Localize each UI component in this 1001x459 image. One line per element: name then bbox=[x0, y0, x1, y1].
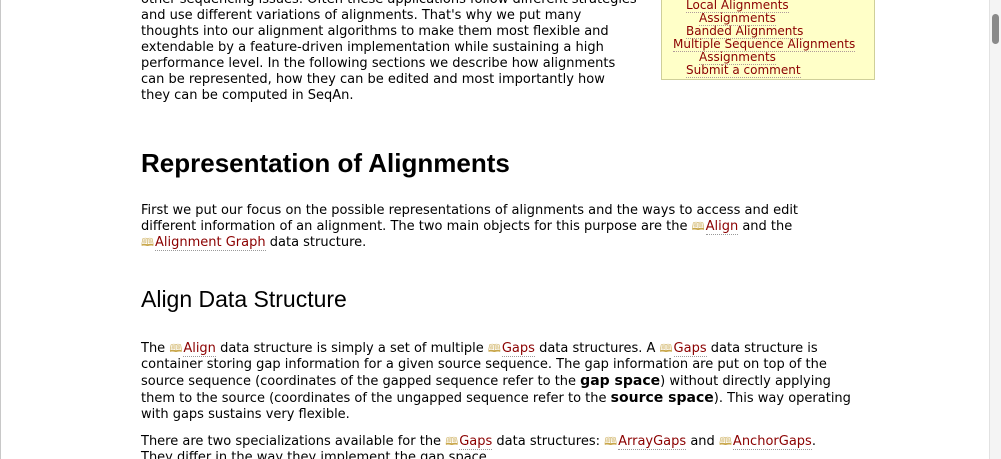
intro-line: thoughts into our alignment algorithms t… bbox=[141, 24, 609, 39]
book-icon: 🕮 bbox=[141, 236, 154, 249]
section-heading-representation: Representation of Alignments bbox=[141, 148, 510, 178]
intro-paragraph: other sequencing issues. Often these app… bbox=[141, 0, 651, 104]
text-span: and the bbox=[742, 219, 793, 234]
text-span: ) without directly applying bbox=[660, 374, 831, 389]
text-line: container storing gap information for a … bbox=[141, 357, 827, 372]
gap-space-term: gap space bbox=[580, 373, 661, 389]
document-page: other sequencing issues. Often these app… bbox=[0, 0, 1001, 459]
text-line: First we put our focus on the possible r… bbox=[141, 203, 799, 218]
text-line: 🕮Alignment Graph data structure. bbox=[141, 235, 863, 251]
book-icon: 🕮 bbox=[691, 220, 705, 233]
text-line: source sequence (coordinates of the gapp… bbox=[141, 373, 863, 390]
text-line: them to the source (coordinates of the u… bbox=[141, 390, 863, 407]
table-of-contents: Local Alignments Assignments Banded Alig… bbox=[661, 0, 875, 80]
align-link[interactable]: Align bbox=[183, 341, 216, 357]
text-line: They differ in the way they implement th… bbox=[141, 450, 491, 459]
intro-line: they can be computed in SeqAn. bbox=[141, 88, 354, 103]
text-span: them to the source (coordinates of the u… bbox=[141, 391, 607, 406]
anchor-gaps-link[interactable]: AnchorGaps bbox=[732, 434, 812, 450]
book-icon: 🕮 bbox=[604, 435, 618, 448]
vertical-scrollbar[interactable] bbox=[989, 0, 1001, 459]
book-icon: 🕮 bbox=[487, 342, 501, 355]
text-span: data structures: bbox=[496, 434, 600, 449]
intro-line: can be represented, how they can be edit… bbox=[141, 72, 605, 87]
intro-line: performance level. In the following sect… bbox=[141, 56, 616, 71]
scrollbar-thumb[interactable] bbox=[992, 14, 999, 44]
text-line: different information of an alignment. T… bbox=[141, 219, 863, 235]
array-gaps-link[interactable]: ArrayGaps bbox=[618, 434, 687, 450]
text-span: ). This way operating bbox=[713, 391, 851, 406]
toc-item-label: Submit a comment bbox=[686, 63, 801, 78]
text-span: data structure is bbox=[710, 341, 818, 356]
alignment-graph-link[interactable]: Alignment Graph bbox=[154, 235, 266, 251]
text-line: with gaps sustains very flexible. bbox=[141, 407, 350, 422]
text-span: There are two specializations available … bbox=[141, 434, 442, 449]
toc-item[interactable]: Submit a comment bbox=[662, 63, 874, 78]
text-line: There are two specializations available … bbox=[141, 434, 863, 450]
intro-line: other sequencing issues. Often these app… bbox=[141, 0, 651, 8]
text-span: The bbox=[141, 341, 166, 356]
intro-line: and use different variations of alignmen… bbox=[141, 8, 582, 23]
gaps-link[interactable]: Gaps bbox=[673, 341, 707, 357]
book-icon: 🕮 bbox=[445, 435, 459, 448]
text-span: source sequence (coordinates of the gapp… bbox=[141, 374, 577, 389]
representation-paragraph: First we put our focus on the possible r… bbox=[141, 203, 863, 251]
book-icon: 🕮 bbox=[659, 342, 673, 355]
book-icon: 🕮 bbox=[718, 435, 732, 448]
text-span: . bbox=[811, 434, 816, 449]
gaps-link[interactable]: Gaps bbox=[459, 434, 493, 450]
window-edge bbox=[0, 0, 1, 459]
text-line: The 🕮Align data structure is simply a se… bbox=[141, 341, 863, 357]
section-heading-align: Align Data Structure bbox=[141, 286, 347, 312]
text-span: and bbox=[690, 434, 715, 449]
align-link[interactable]: Align bbox=[705, 219, 739, 235]
text-span: data structure is simply a set of multip… bbox=[220, 341, 484, 356]
gaps-link[interactable]: Gaps bbox=[501, 341, 535, 357]
text-span: different information of an alignment. T… bbox=[141, 219, 688, 234]
book-icon: 🕮 bbox=[169, 342, 183, 355]
text-span: data structure. bbox=[269, 235, 367, 250]
intro-line: extendable by a feature-driven implement… bbox=[141, 40, 604, 55]
source-space-term: source space bbox=[610, 390, 714, 406]
text-span: data structures. A bbox=[539, 341, 656, 356]
align-paragraph: The 🕮Align data structure is simply a se… bbox=[141, 341, 863, 459]
